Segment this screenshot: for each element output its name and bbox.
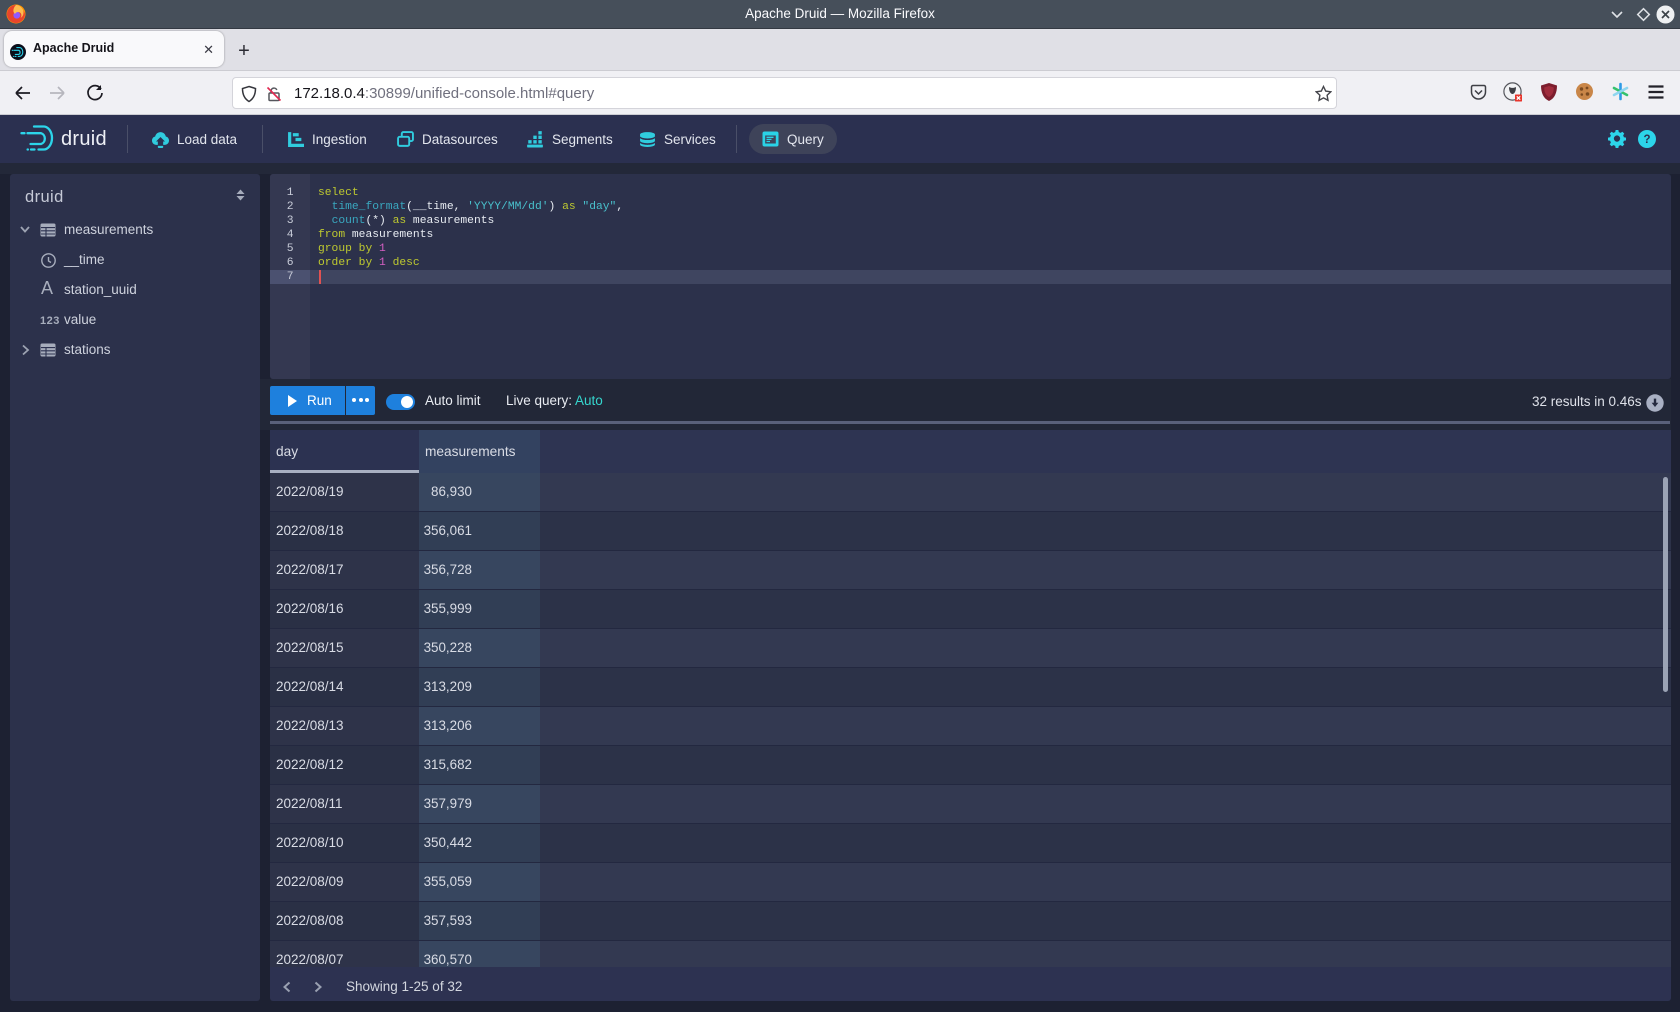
svg-text:?: ? [1643, 134, 1650, 146]
